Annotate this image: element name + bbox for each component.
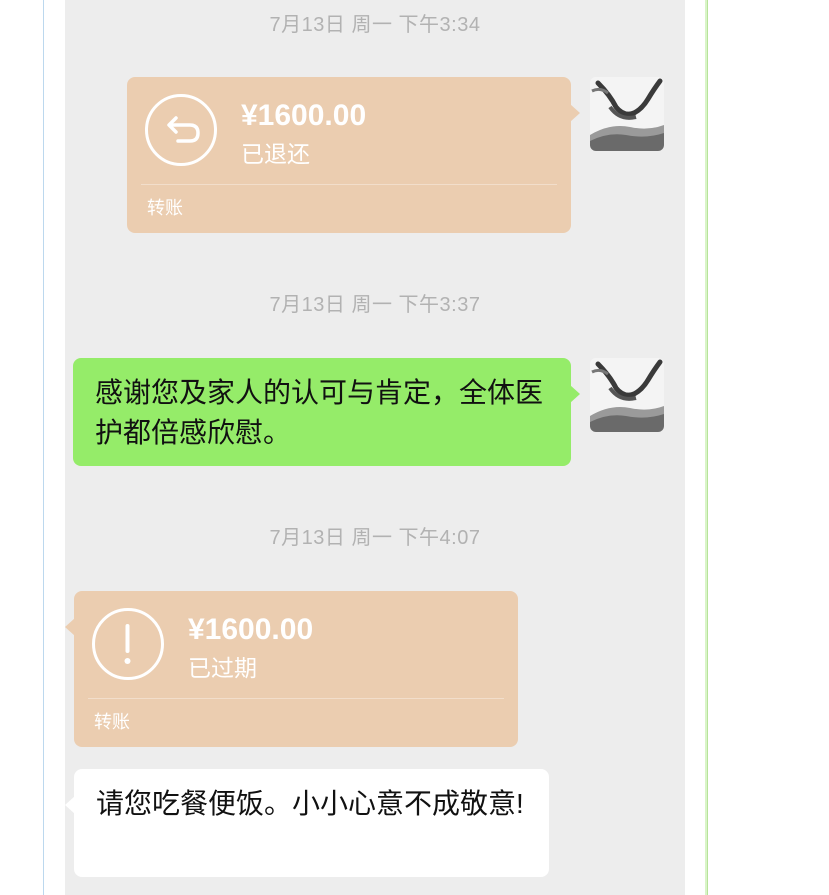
timestamp: 7月13日 周一 下午3:37 [269,294,481,316]
window-left-edge [43,0,44,895]
avatar[interactable] [590,358,664,432]
message-bubble-received[interactable]: 请您吃餐便饭。小小心意不成敬意! [65,769,549,877]
transfer-label: 转账 [94,712,130,732]
timestamp: 7月13日 周一 下午4:07 [269,527,481,549]
avatar[interactable] [590,77,664,151]
transfer-status: 已过期 [188,655,257,681]
transfer-divider [141,184,557,185]
transfer-bubble-returned[interactable]: ¥1600.00 已退还 转账 [127,77,580,233]
transfer-bubble-expired[interactable]: ¥1600.00 已过期 转账 [65,591,518,747]
transfer-amount: ¥1600.00 [188,613,314,646]
window-right-edge-line [707,0,708,895]
exclamation-icon [92,608,164,680]
transfer-status: 已退还 [241,141,310,167]
message-text: 请您吃餐便饭。小小心意不成敬意! [96,788,524,819]
timestamp: 7月13日 周一 下午3:34 [269,14,481,36]
transfer-divider [88,698,504,699]
transfer-label: 转账 [147,198,183,218]
message-bubble-sent[interactable]: 感谢您及家人的认可与肯定，全体医护都倍感欣慰。 [73,358,580,466]
chat-message-area[interactable]: 7月13日 周一 下午3:34 ¥1600.00 已退还 转账 7月13日 周一… [65,0,685,895]
transfer-amount: ¥1600.00 [241,99,367,132]
message-text: 感谢您及家人的认可与肯定，全体医护都倍感欣慰。 [95,377,544,448]
return-arrow-icon [145,94,217,166]
